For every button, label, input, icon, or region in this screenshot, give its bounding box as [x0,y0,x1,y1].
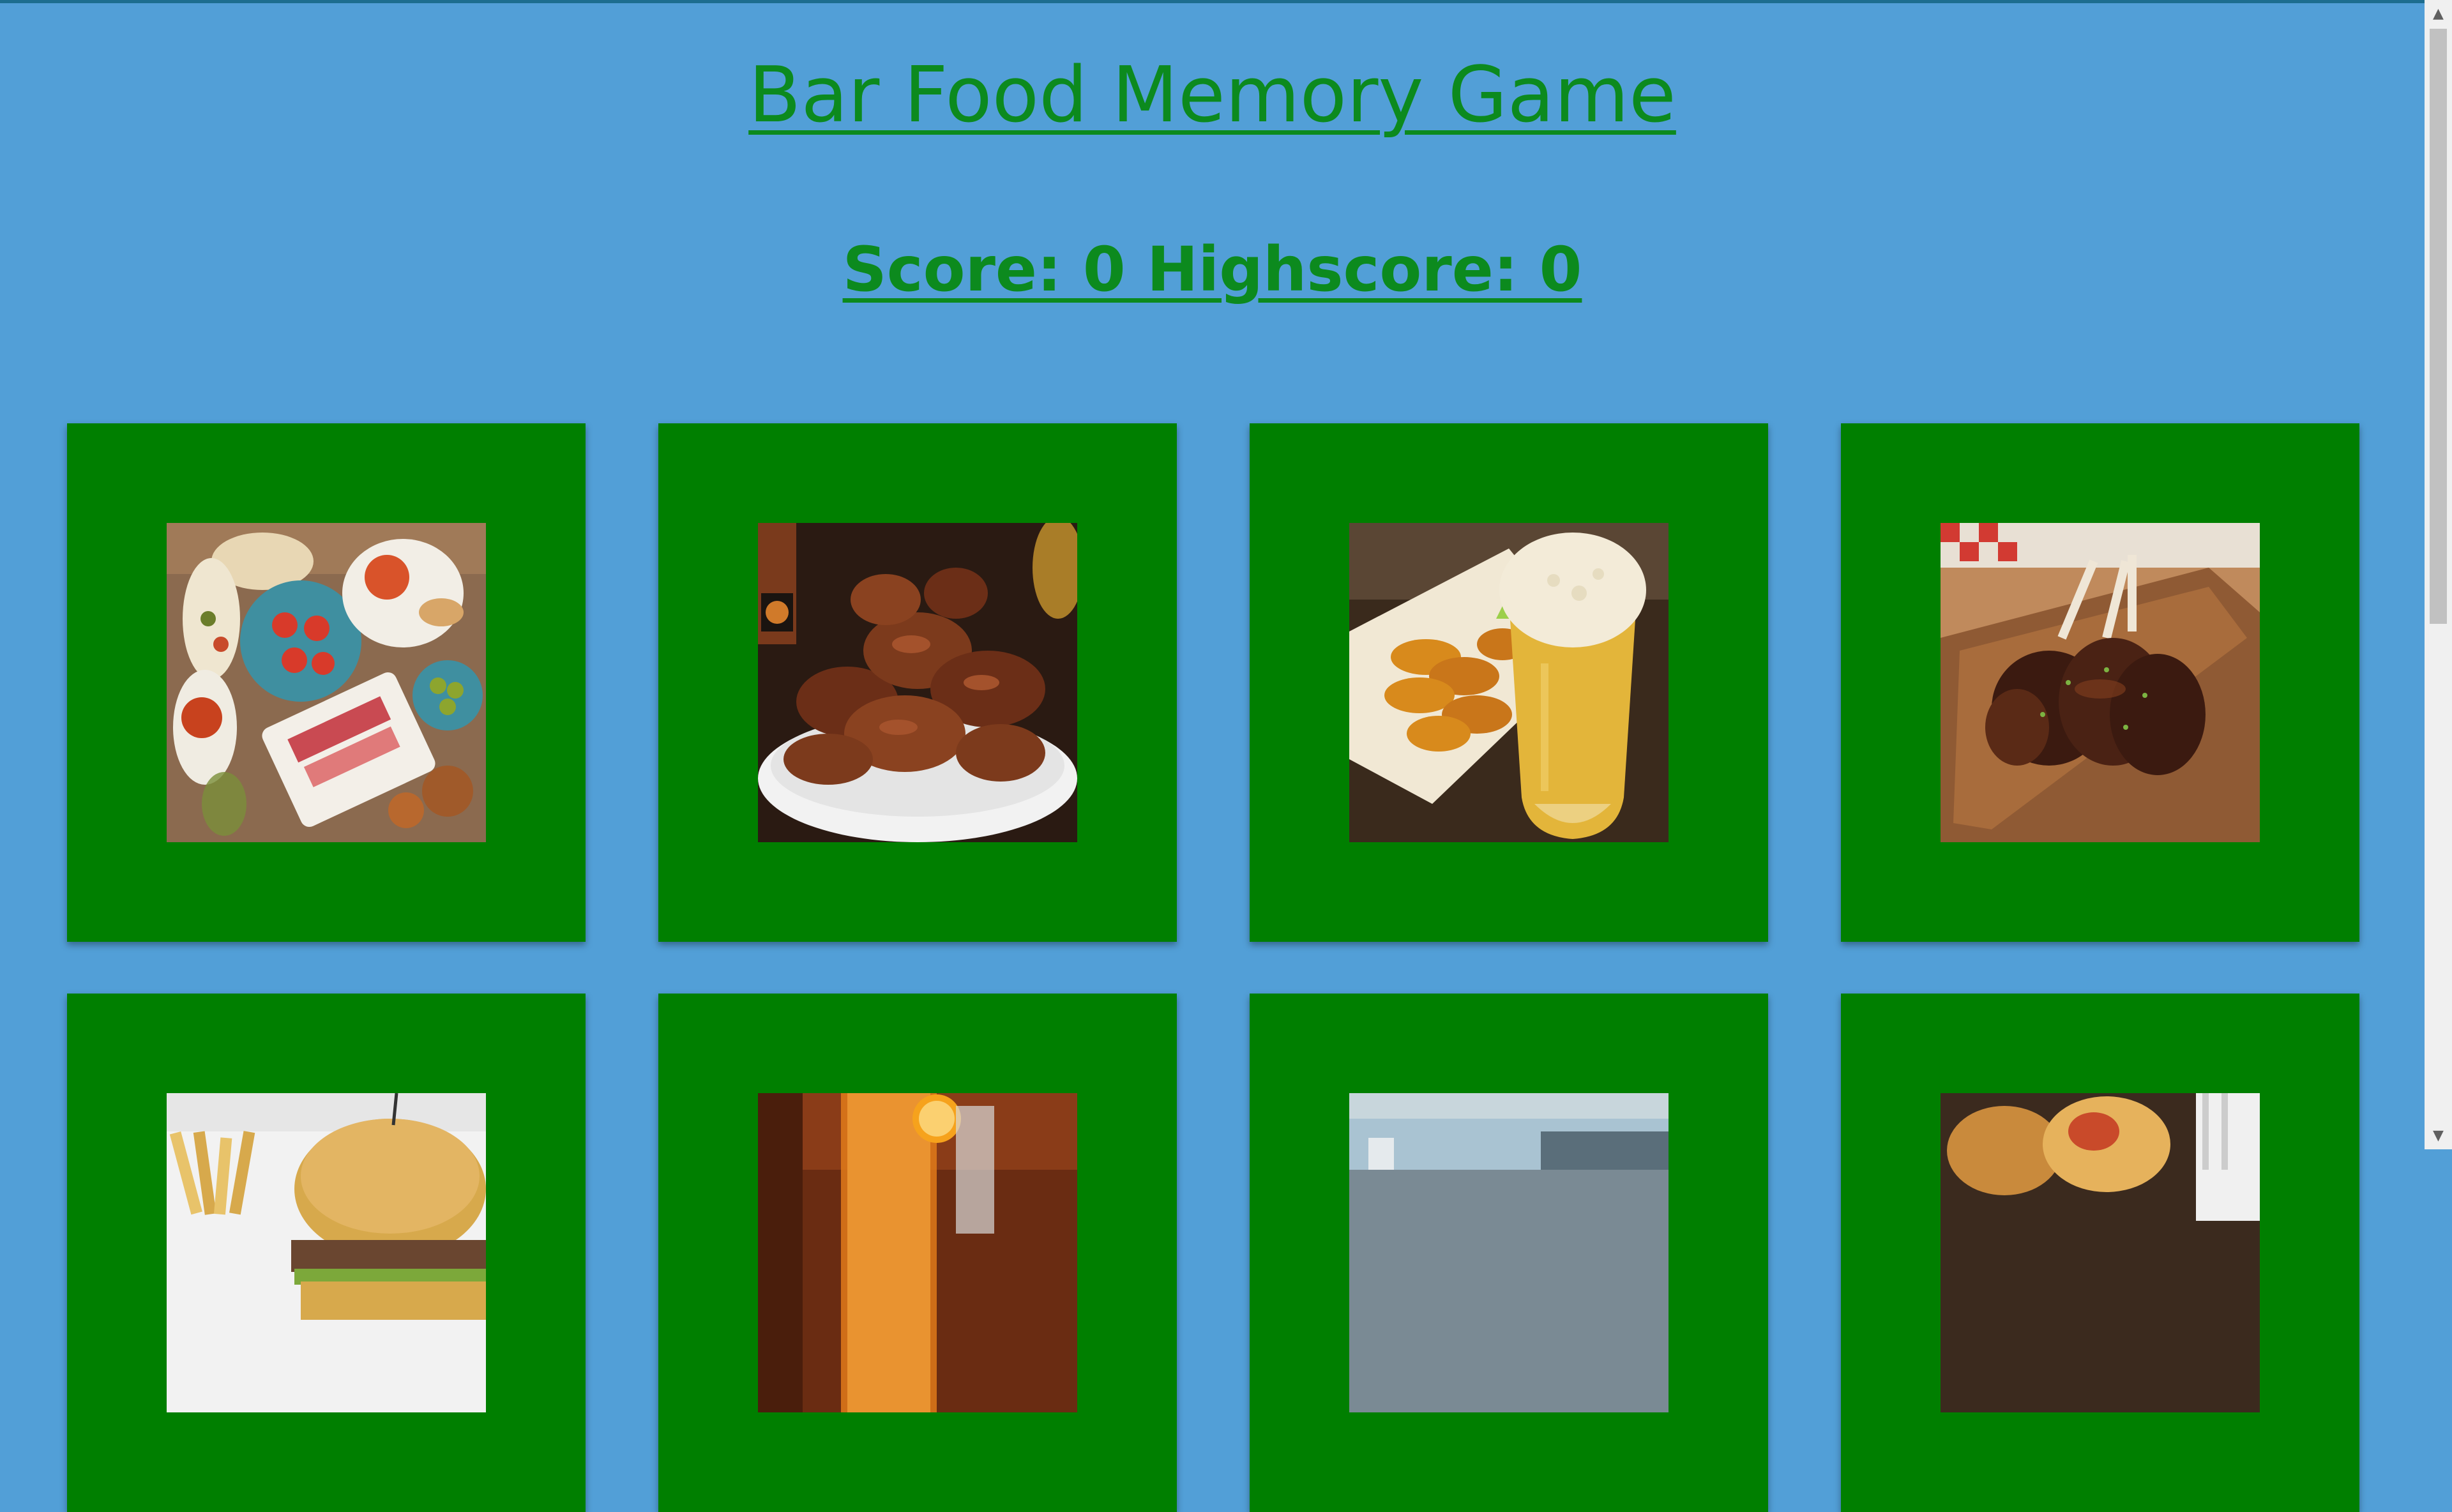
bbq-wings-bowl-image [758,523,1077,842]
card-cocktail-drinks[interactable] [658,994,1177,1512]
vertical-scrollbar[interactable]: ▲ ▼ [2425,0,2452,1149]
outdoor-bar-image [1349,1093,1669,1412]
card-wings-and-beer[interactable] [1250,423,1768,942]
card-bbq-wings-bowl[interactable] [658,423,1177,942]
scroll-up-arrow-icon[interactable]: ▲ [2425,0,2452,27]
card-fried-chicken[interactable] [1841,994,2359,1512]
fried-chicken-image [1941,1093,2260,1412]
page: Bar Food Memory Game Score: 0 Highscore:… [0,0,2425,1512]
scroll-down-arrow-icon[interactable]: ▼ [2425,1122,2452,1149]
page-title: Bar Food Memory Game [748,51,1676,140]
wings-and-beer-image [1349,523,1669,842]
card-glazed-ribs[interactable] [1841,423,2359,942]
glazed-ribs-image [1941,523,2260,842]
tapas-platter-image [167,523,486,842]
score-display: Score: 0 Highscore: 0 [842,234,1582,305]
cocktail-drinks-image [758,1093,1077,1412]
scroll-thumb[interactable] [2430,29,2447,624]
card-outdoor-bar[interactable] [1250,994,1768,1512]
card-grid [67,423,2359,1512]
card-burger-and-fries[interactable] [67,994,586,1512]
burger-and-fries-image [167,1093,486,1412]
card-tapas-platter[interactable] [67,423,586,942]
